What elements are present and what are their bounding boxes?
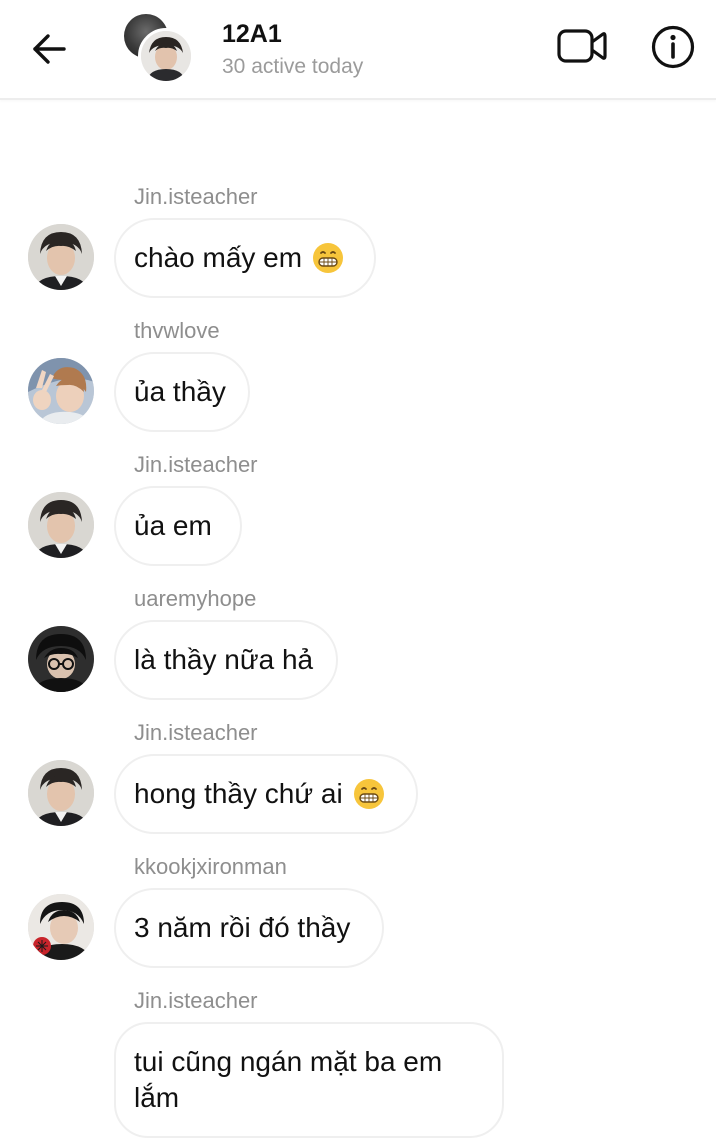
message-text: ủa thầy [134, 376, 226, 407]
info-icon [651, 25, 695, 69]
message-text: ủa em [134, 510, 212, 541]
sender-name: Jin.isteacher [134, 452, 258, 477]
video-call-button[interactable] [552, 22, 612, 70]
video-camera-icon [557, 29, 607, 63]
sender-name: uaremyhope [134, 586, 257, 611]
chat-screen: 12A1 30 active today Jin.isteacher chào … [0, 0, 716, 1148]
sender-name: thvwlove [134, 318, 220, 343]
message-text: 3 năm rồi đó thầy [134, 912, 351, 943]
message-list[interactable]: Jin.isteacher chào mấy em thvwlove ủa th… [0, 100, 716, 1148]
arrow-left-icon [33, 34, 66, 64]
info-button[interactable] [646, 20, 700, 74]
avatar[interactable] [28, 224, 94, 290]
chat-title-block[interactable]: 12A1 30 active today [222, 18, 363, 82]
sender-name: Jin.isteacher [134, 184, 258, 209]
message-bubble[interactable]: hong thầy chứ ai [114, 754, 418, 834]
message-bubble[interactable]: ủa em [114, 486, 242, 566]
chat-title: 12A1 [222, 20, 282, 48]
message-text: tui cũng ngán mặt ba em lắm [134, 1046, 443, 1113]
message-text: hong thầy chứ ai [134, 778, 343, 809]
message-bubble[interactable]: tui cũng ngán mặt ba em lắm [114, 1022, 504, 1138]
sender-name: kkookjxironman [134, 854, 287, 879]
sender-name: Jin.isteacher [134, 988, 258, 1013]
sender-name: Jin.isteacher [134, 720, 258, 745]
group-avatar[interactable] [124, 14, 194, 84]
avatar[interactable] [28, 626, 94, 692]
active-status: 30 active today [222, 55, 364, 78]
grinning-face-icon [353, 779, 384, 809]
avatar[interactable] [28, 358, 94, 424]
message-bubble[interactable]: ủa thầy [114, 352, 250, 432]
avatar[interactable] [28, 894, 94, 960]
message-bubble[interactable]: là thầy nữa hả [114, 620, 338, 700]
back-button[interactable] [26, 26, 72, 72]
avatar[interactable] [28, 760, 94, 826]
message-text: là thầy nữa hả [134, 644, 314, 675]
message-bubble[interactable]: 3 năm rồi đó thầy [114, 888, 384, 968]
message-bubble[interactable]: chào mấy em [114, 218, 376, 298]
chat-header: 12A1 30 active today [0, 0, 716, 100]
group-member-avatar-front [138, 28, 194, 84]
message-text: chào mấy em [134, 242, 303, 273]
avatar[interactable] [28, 492, 94, 558]
grinning-face-icon [313, 243, 344, 273]
